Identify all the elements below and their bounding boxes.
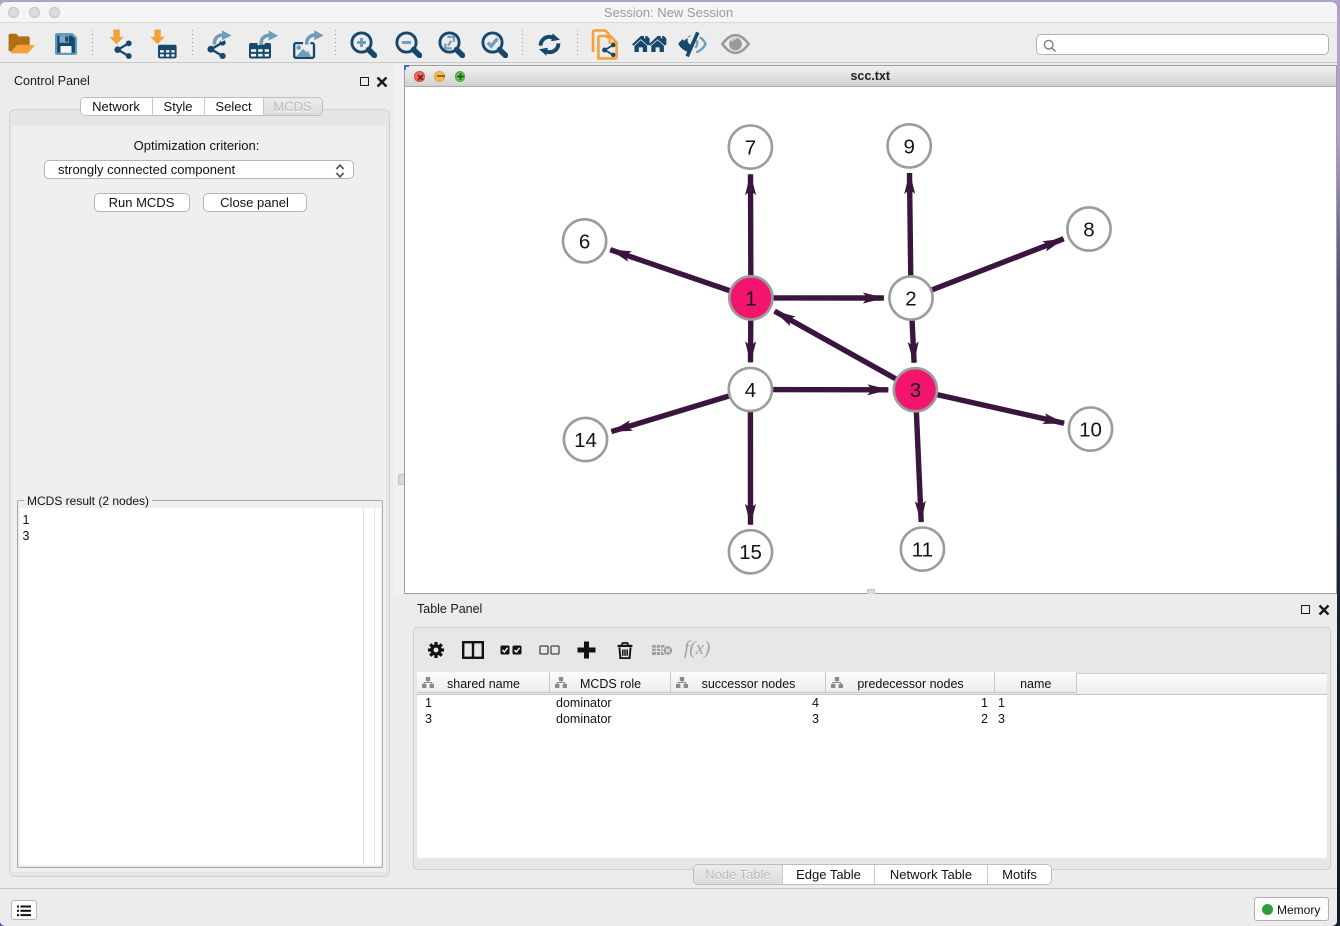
svg-text:2: 2 xyxy=(905,287,916,310)
svg-text:9: 9 xyxy=(903,135,914,158)
svg-text:3: 3 xyxy=(910,379,921,402)
svg-text:10: 10 xyxy=(1079,418,1102,441)
svg-text:6: 6 xyxy=(579,230,590,253)
svg-text:11: 11 xyxy=(912,538,933,561)
svg-text:1: 1 xyxy=(745,287,756,310)
svg-text:14: 14 xyxy=(574,428,597,451)
svg-text:8: 8 xyxy=(1083,218,1094,241)
svg-text:4: 4 xyxy=(745,378,756,401)
svg-text:15: 15 xyxy=(739,541,762,564)
svg-text:7: 7 xyxy=(745,136,756,159)
